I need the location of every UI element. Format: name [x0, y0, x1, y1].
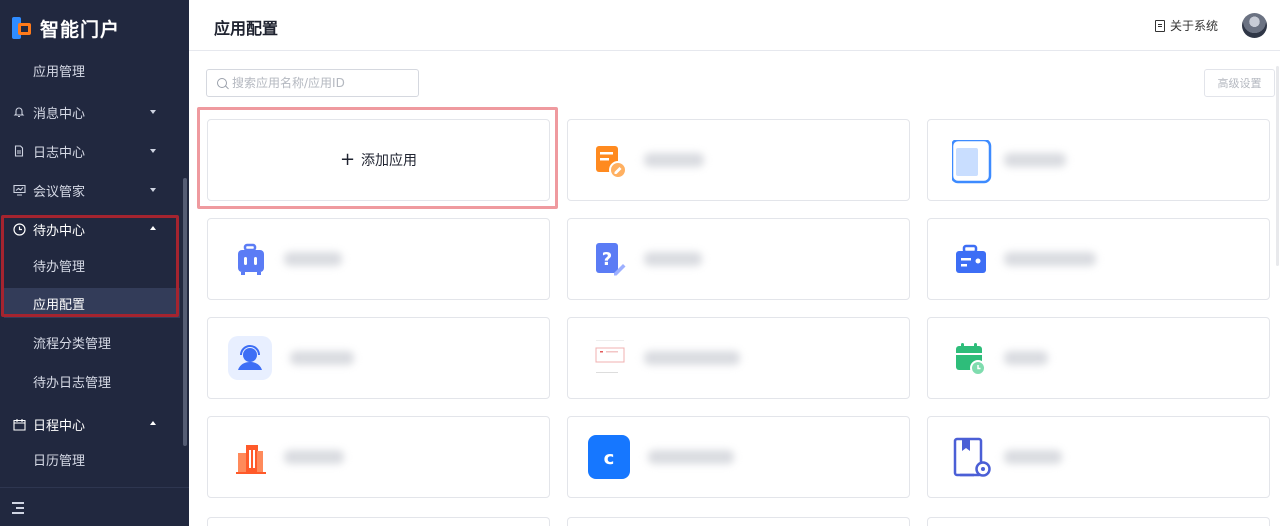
- sidebar-item-label: 会议管家: [33, 184, 86, 200]
- sidebar-item-message-center[interactable]: 消息中心: [0, 97, 180, 127]
- headset-agent-icon: [228, 336, 272, 380]
- sidebar-scrollbar[interactable]: [183, 178, 187, 446]
- app-card[interactable]: [927, 416, 1270, 498]
- app-card[interactable]: c: [567, 416, 910, 498]
- sidebar-item-label: 待办中心: [33, 223, 86, 239]
- svg-text:?: ?: [602, 249, 612, 270]
- sidebar-item-todo-center[interactable]: 待办中心: [0, 214, 180, 244]
- add-app-label: 添加应用: [361, 153, 418, 169]
- chevron-down-icon: [150, 149, 156, 153]
- app-name-blurred: [1004, 153, 1066, 167]
- sidebar-item-label: 消息中心: [33, 106, 86, 122]
- luggage-icon: [232, 239, 268, 279]
- document-icon: [12, 144, 26, 158]
- clock-icon: [12, 222, 26, 236]
- form-thumbnail-icon: [592, 338, 628, 378]
- app-name-blurred: [648, 450, 734, 464]
- app-name-blurred: [644, 153, 704, 167]
- c-letter-icon: c: [588, 435, 630, 479]
- app-card[interactable]: ?: [567, 218, 910, 300]
- about-system-label: 关于系统: [1170, 19, 1219, 33]
- help-doc-icon: ?: [592, 239, 628, 279]
- bell-icon: [12, 105, 26, 119]
- content-scrollbar[interactable]: [1276, 66, 1279, 266]
- chevron-up-icon: [150, 421, 156, 425]
- sidebar: 智能门户 应用管理 消息中心 日志中心 会议管家 待办中心 待办管理 应用配置 …: [0, 0, 189, 526]
- page-title: 应用配置: [214, 19, 279, 38]
- sidebar-item-calendar-management[interactable]: 日历管理: [0, 444, 180, 474]
- building-icon: [232, 437, 268, 477]
- app-name-blurred: [1004, 351, 1048, 365]
- main-content: 高级设置 + 添加应用 ?: [189, 51, 1280, 526]
- plus-icon: +: [339, 149, 356, 170]
- sidebar-item-label: 日历管理: [33, 453, 86, 469]
- chevron-down-icon: [150, 110, 156, 114]
- app-name-blurred: [290, 351, 354, 365]
- app-logo[interactable]: 智能门户: [12, 14, 120, 42]
- search-input[interactable]: [232, 76, 412, 90]
- app-card[interactable]: [207, 218, 550, 300]
- sidebar-item-label: 流程分类管理: [33, 336, 112, 352]
- sidebar-item-meeting-manager[interactable]: 会议管家: [0, 175, 180, 205]
- app-card[interactable]: [207, 317, 550, 399]
- app-name-blurred: [644, 351, 740, 365]
- sidebar-item-label: 应用配置: [33, 297, 86, 313]
- advanced-settings-button[interactable]: 高级设置: [1204, 69, 1275, 97]
- app-card[interactable]: [567, 317, 910, 399]
- sidebar-item-label: 应用管理: [33, 64, 86, 80]
- sidebar-item-schedule-center[interactable]: 日程中心: [0, 409, 180, 439]
- sidebar-item-label: 日程中心: [33, 418, 86, 434]
- sidebar-item-log-center[interactable]: 日志中心: [0, 136, 180, 166]
- app-card[interactable]: [927, 218, 1270, 300]
- sidebar-item-todo-log[interactable]: 待办日志管理: [0, 366, 180, 396]
- app-title: 智能门户: [40, 18, 121, 41]
- app-card[interactable]: [207, 416, 550, 498]
- sidebar-item-app-management[interactable]: 应用管理: [0, 55, 180, 85]
- sidebar-item-label: 待办管理: [33, 259, 86, 275]
- chart-board-icon: [12, 183, 26, 197]
- document-icon: [1155, 19, 1165, 32]
- add-app-card[interactable]: + 添加应用: [207, 119, 550, 201]
- book-gear-icon: [952, 437, 991, 477]
- sidebar-item-label: 日志中心: [33, 145, 86, 161]
- app-name-blurred: [644, 252, 702, 266]
- app-card[interactable]: [567, 517, 910, 526]
- app-card[interactable]: [207, 517, 550, 526]
- sidebar-item-process-category[interactable]: 流程分类管理: [0, 327, 180, 357]
- chevron-up-icon: [150, 226, 156, 230]
- id-card-icon: [952, 239, 988, 279]
- app-name-blurred: [1004, 252, 1096, 266]
- app-name-blurred: [1004, 450, 1062, 464]
- app-card[interactable]: [927, 119, 1270, 201]
- app-card[interactable]: [927, 317, 1270, 399]
- sidebar-item-todo-management[interactable]: 待办管理: [0, 250, 180, 280]
- menu-collapse-icon[interactable]: [12, 501, 26, 515]
- calendar-clock-icon: [952, 338, 988, 378]
- orange-form-icon: [592, 140, 628, 180]
- app-name-blurred: [284, 252, 342, 266]
- calendar-icon: [12, 417, 26, 431]
- search-box[interactable]: [206, 69, 419, 97]
- app-name-blurred: [284, 450, 344, 464]
- app-card[interactable]: [567, 119, 910, 201]
- search-icon: [217, 78, 227, 88]
- blue-tablet-icon: [950, 138, 992, 184]
- sidebar-item-app-config[interactable]: 应用配置: [4, 288, 180, 318]
- about-system-link[interactable]: 关于系统: [1155, 17, 1218, 34]
- avatar[interactable]: [1242, 13, 1267, 38]
- app-card[interactable]: [927, 517, 1270, 526]
- sidebar-divider: [0, 487, 189, 488]
- header: 应用配置 关于系统: [189, 0, 1280, 51]
- logo-icon: [12, 17, 32, 39]
- svg-text:c: c: [604, 448, 615, 469]
- chevron-down-icon: [150, 188, 156, 192]
- sidebar-item-label: 待办日志管理: [33, 375, 112, 391]
